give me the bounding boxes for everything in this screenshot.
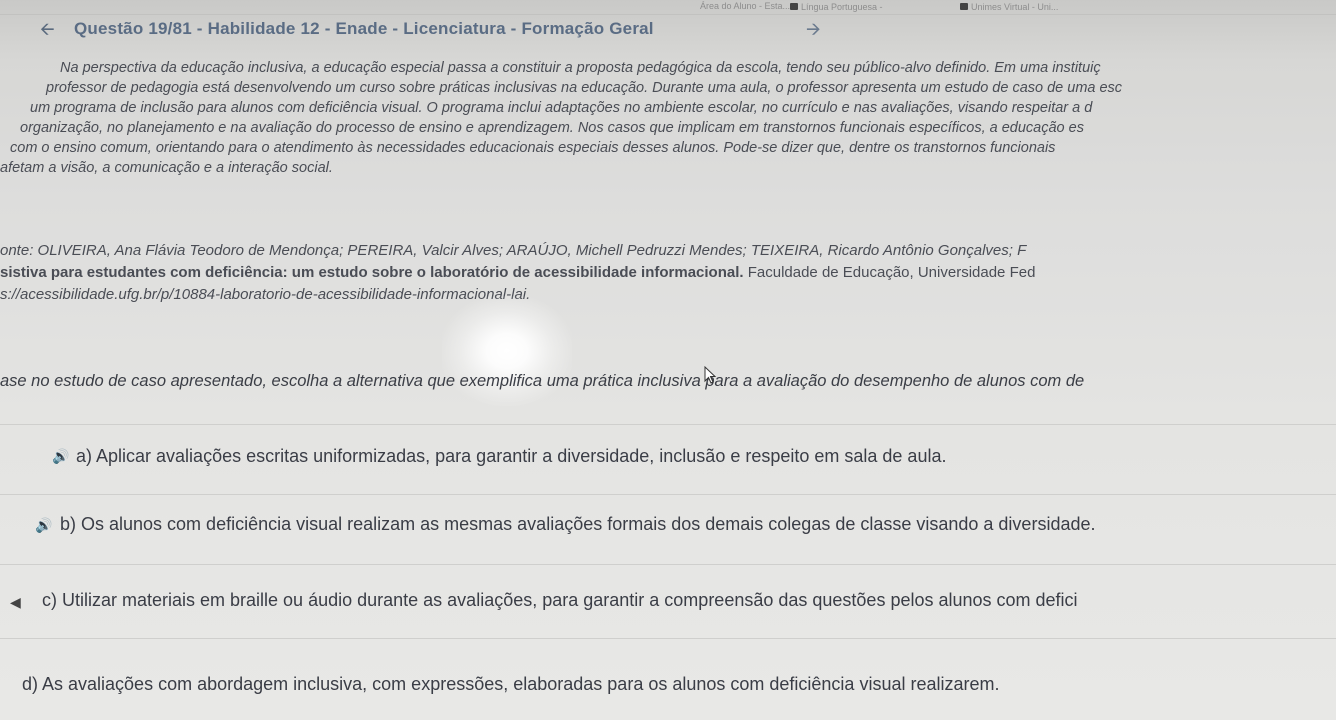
bookmark-label: Língua Portuguesa - [801,2,883,12]
bookmark-area-aluno[interactable]: Área do Aluno - Esta... [700,1,790,11]
bookmarks-bar: Área do Aluno - Esta... Língua Portugues… [0,0,1336,14]
option-d-text: d) As avaliações com abordagem inclusiva… [22,674,1000,694]
question-text: ase no estudo de caso apresentado, escol… [0,372,1085,390]
option-d[interactable]: d) As avaliações com abordagem inclusiva… [0,668,1336,708]
mouse-cursor-icon [704,366,717,384]
citation-title-line: sistiva para estudantes com deficiência:… [0,262,1035,283]
option-divider [0,424,1336,425]
statement-line: afetam a visão, a comunicação e a intera… [0,160,333,176]
option-b-text: b) Os alunos com deficiência visual real… [60,514,1096,534]
page-title: Questão 19/81 - Habilidade 12 - Enade - … [74,19,654,38]
bookmark-lingua-portuguesa[interactable]: Língua Portuguesa - [790,1,883,12]
statement-line: professor de pedagogia está desenvolvend… [46,80,1123,96]
statement-line: um programa de inclusão para alunos com … [30,100,1093,116]
option-c[interactable]: ◀ c) Utilizar materiais em braille ou áu… [0,584,1336,624]
statement-line: organização, no planejamento e na avalia… [20,120,1084,136]
exam-page: Área do Aluno - Esta... Língua Portugues… [0,0,1336,720]
option-b[interactable]: 🔊 b) Os alunos com deficiência visual re… [0,508,1336,548]
question-header: 🡨 Questão 19/81 - Habilidade 12 - Enade … [0,14,1336,47]
citation-link[interactable]: s://acessibilidade.ufg.br/p/10884-labora… [0,284,530,305]
option-a[interactable]: 🔊 a) Aplicar avaliações escritas uniform… [0,440,1336,480]
option-a-text: a) Aplicar avaliações escritas uniformiz… [76,446,947,466]
statement-line: Na perspectiva da educação inclusiva, a … [60,60,1101,76]
option-c-text: c) Utilizar materiais em braille ou áudi… [42,590,1078,610]
speaker-icon[interactable]: 🔊 [52,448,69,465]
bookmark-icon [960,3,968,11]
option-divider [0,638,1336,639]
bookmark-label: Unimes Virtual - Uni... [971,2,1059,12]
option-divider [0,494,1336,495]
back-arrow-icon[interactable]: 🡨 [40,17,55,47]
citation-authors: onte: OLIVEIRA, Ana Flávia Teodoro de Me… [0,242,1027,259]
bookmark-unimes-virtual[interactable]: Unimes Virtual - Uni... [960,1,1058,12]
forward-arrow-icon[interactable]: 🡪 [806,17,821,47]
citation-title: sistiva para estudantes com deficiência:… [0,264,744,281]
bookmark-icon [790,3,798,11]
option-divider [0,564,1336,565]
speaker-icon[interactable]: ◀ [10,594,21,611]
statement-line: com o ensino comum, orientando para o at… [10,140,1056,156]
citation-publisher: Faculdade de Educação, Universidade Fed [743,264,1036,281]
speaker-icon[interactable]: 🔊 [35,517,52,534]
